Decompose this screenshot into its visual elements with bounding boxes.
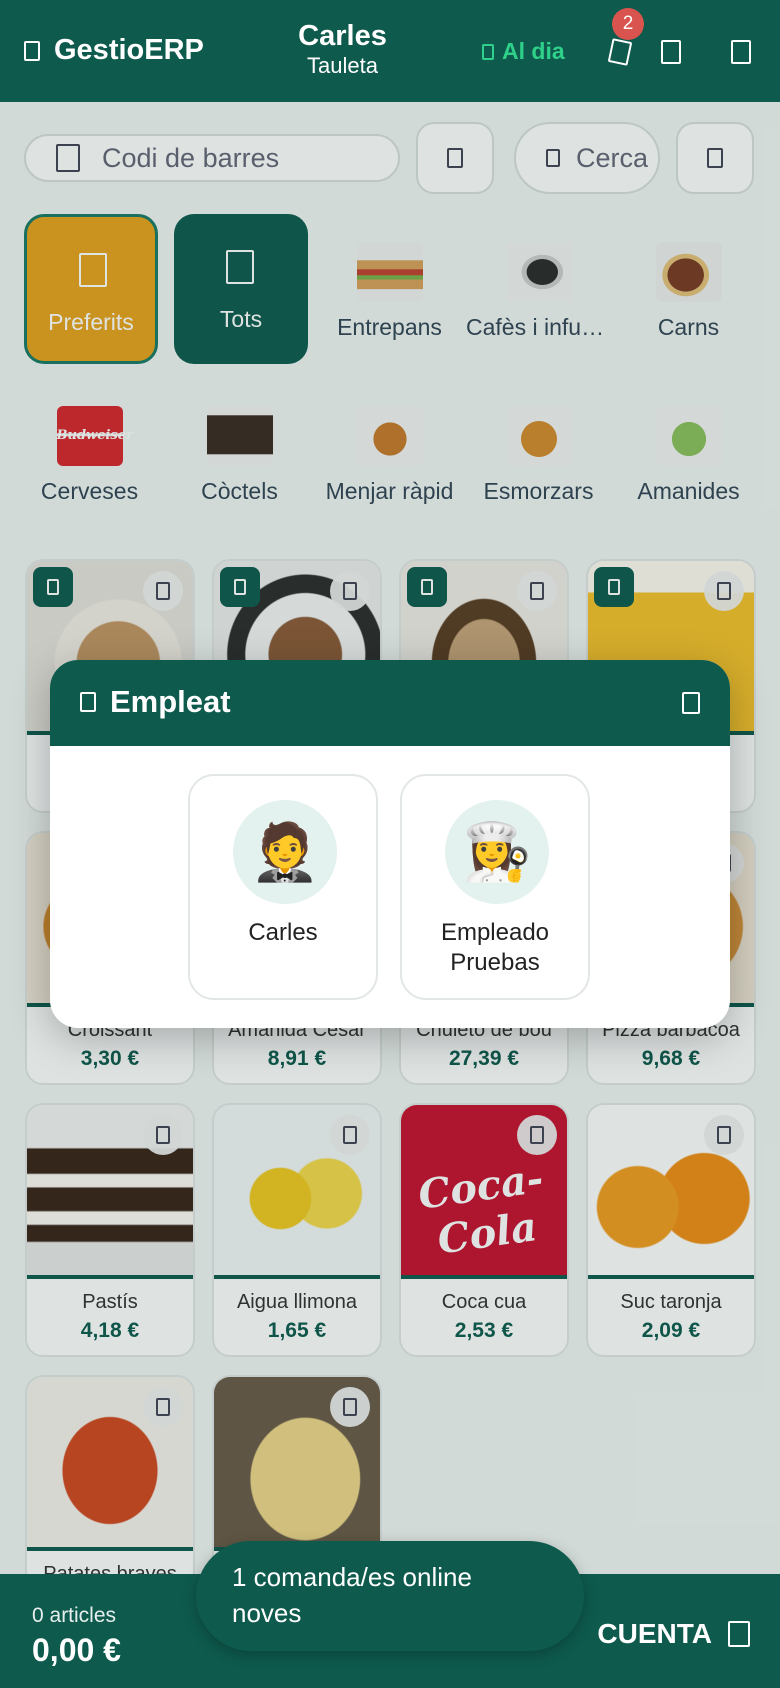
checkout-label: CUENTA — [597, 1618, 712, 1649]
employee-modal: Empleat 🤵 Carles 👩‍🍳 Empleado Pruebas — [50, 660, 730, 1028]
brand[interactable]: GestioERP — [24, 34, 204, 67]
checkout-button[interactable]: CUENTA — [597, 1618, 750, 1650]
cloud-check-icon — [482, 43, 494, 60]
modal-header: Empleat — [50, 660, 730, 746]
device-name: Tauleta — [307, 53, 378, 78]
sync-status-label: Al dia — [502, 38, 565, 64]
menu-icon[interactable] — [24, 40, 40, 61]
avatar: 🤵 — [233, 800, 337, 904]
receipt-icon — [728, 1621, 750, 1647]
app-header: GestioERP Carles Tauleta Al dia 2 — [0, 0, 780, 102]
brand-name: GestioERP — [54, 34, 204, 66]
employee-card[interactable]: 🤵 Carles — [188, 774, 378, 1000]
employee-name: Empleado Pruebas — [440, 919, 550, 976]
sync-status: Al dia — [482, 38, 565, 65]
user-icon — [80, 692, 96, 712]
notification-badge: 2 — [612, 8, 644, 40]
modal-title-text: Empleat — [110, 684, 231, 719]
user-name: Carles — [298, 20, 387, 52]
screen-lock-icon[interactable] — [661, 40, 681, 64]
current-user[interactable]: Carles Tauleta — [260, 20, 425, 79]
online-orders-toast[interactable]: 1 comanda/es online noves — [196, 1541, 584, 1651]
employee-name: Carles — [248, 919, 318, 946]
cart-count: 0 articles — [32, 1604, 117, 1627]
employee-card[interactable]: 👩‍🍳 Empleado Pruebas — [400, 774, 590, 1000]
toast-message: 1 comanda/es online noves — [232, 1562, 472, 1628]
bell-icon[interactable] — [607, 38, 633, 66]
cart-total: 0,00 € — [32, 1632, 121, 1668]
modal-title: Empleat — [80, 684, 231, 720]
avatar: 👩‍🍳 — [445, 800, 549, 904]
close-icon[interactable] — [682, 692, 700, 714]
settings-icon[interactable] — [731, 40, 751, 64]
